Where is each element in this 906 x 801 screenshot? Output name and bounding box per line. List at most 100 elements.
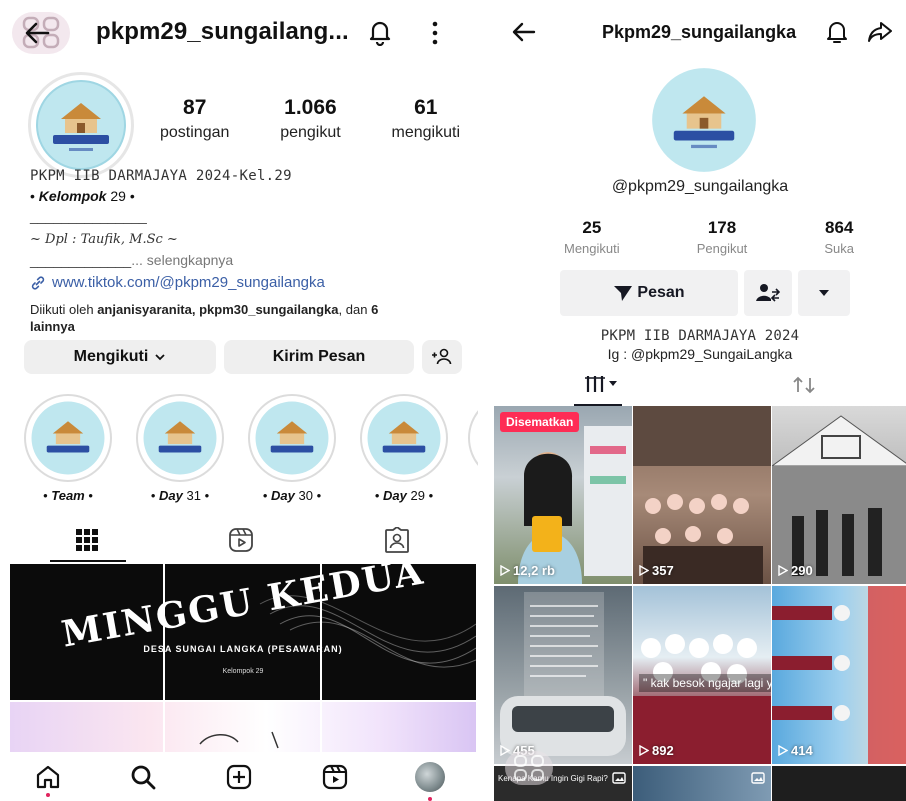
ig-bio: PKPM IIB DARMAJAYA 2024-Kel.29 • Kelompo… [30,166,470,335]
ig-post-row-2[interactable] [10,702,476,752]
highlight-item[interactable]: • Day 31 • [134,394,226,503]
tt-stat-following[interactable]: 25 Mengikuti [564,218,620,256]
view-count-text: 12,2 rb [513,563,555,578]
tt-friend-button[interactable] [744,270,792,316]
highlight-label-pre: • [262,488,272,503]
ig-username: pkpm29_sungailang... [96,18,349,45]
view-count-text: 414 [791,743,813,758]
video-thumbnail[interactable]: 290 [772,406,906,584]
tt-stats: 25 Mengikuti 178 Pengikut 864 Suka [564,218,854,256]
tt-stat-followers[interactable]: 178 Pengikut [697,218,748,256]
stat-number: 178 [707,218,737,237]
tt-stat-likes[interactable]: 864 Suka [824,218,854,256]
profile-avatar[interactable] [28,72,134,178]
grid-icon [76,529,98,551]
view-count-text: 357 [652,563,674,578]
stat-label: Suka [824,241,854,256]
highlight-label: • Day 29 • [358,488,450,503]
nav-create[interactable] [219,757,259,797]
followed-by[interactable]: Diikuti oleh anjanisyaranita, pkpm30_sun… [30,301,470,335]
notification-dot [45,792,50,797]
search-icon [131,765,156,789]
ig-stat-posts[interactable]: 87 postingan [160,96,229,142]
tab-posts-grid[interactable] [12,518,162,562]
create-post-icon [226,764,252,789]
bio-divider-2: _____________ [30,252,132,268]
highlight-item[interactable]: • Day 30 • [246,394,338,503]
tt-profile-avatar[interactable] [650,66,758,174]
back-button[interactable] [10,10,72,56]
highlight-ring [360,394,448,482]
tt-more-button[interactable] [798,270,850,316]
nav-reels[interactable] [315,757,355,797]
followed-prefix: Diikuti oleh [30,302,98,317]
video-thumbnail[interactable]: 455 [494,586,632,764]
home-icon [36,765,59,788]
tab-reels[interactable] [166,518,316,562]
view-count: 290 [778,563,813,578]
ig-header: pkpm29_sungailang... [0,8,478,58]
friends-swap-icon [756,284,780,302]
stat-label: Mengikuti [564,241,620,256]
tagged-person-icon [385,527,409,553]
ig-stat-followers[interactable]: 1.066 pengikut [280,96,341,142]
chevron-down-icon [155,354,165,361]
play-icon [639,745,649,756]
tab-videos[interactable] [584,374,617,394]
see-more-link[interactable]: ... selengkapnya [131,252,233,268]
video-thumbnail[interactable]: Disematkan 12,2 rb [494,406,632,584]
bio-group: • Kelompok 29 • [30,186,470,206]
banner-group: Kelompok 29 [222,668,264,675]
video-thumbnail[interactable] [772,766,906,801]
share-icon[interactable] [866,18,894,46]
bio-dpl: ~ Dpl : Taufik, M.Sc ~ [30,232,178,247]
highlight-item-partial[interactable] [468,394,478,482]
bio-link[interactable]: www.tiktok.com/@pkpm29_sungailangka [30,273,470,293]
bio-group-suffix: 29 • [106,188,135,204]
video-thumbnail[interactable] [633,766,771,801]
view-count: 357 [639,563,674,578]
video-thumbnail[interactable]: 414 [772,586,906,764]
highlight-label: • Team • [22,488,114,503]
stat-number: 61 [414,96,438,119]
nav-profile[interactable] [410,757,450,801]
ig-post-banner[interactable]: MINGGU KEDUA DESA SUNGAI LANGKA (PESAWAR… [10,564,476,700]
add-person-icon [432,348,452,365]
tt-header: Pkpm29_sungailangka [494,10,906,54]
repost-icon[interactable] [792,374,816,396]
nav-search[interactable] [123,757,163,797]
tiktok-profile-screen: Pkpm29_sungailangka @pkpm29_sungailangka… [494,0,906,801]
photo-icon [612,772,626,784]
video-thumbnail[interactable]: " kak besok ngajar lagi y 892 [633,586,771,764]
ig-bottom-nav [0,752,478,801]
view-count-text: 290 [791,563,813,578]
highlight-label-pre: • [374,488,384,503]
bio-group-prefix: • [30,188,39,204]
view-count: 892 [639,743,674,758]
thumbnail-graphic [772,586,906,764]
bell-icon[interactable] [366,18,394,46]
more-options-icon[interactable] [430,20,440,46]
video-thumbnail[interactable]: 357 [633,406,771,584]
kkn-logo-image [31,401,105,475]
tt-message-button[interactable]: Pesan [560,270,738,316]
following-button[interactable]: Mengikuti [24,340,216,374]
back-arrow-icon [25,22,50,44]
tab-tagged[interactable] [322,518,472,562]
video-caption: " kak besok ngajar lagi y [639,674,771,692]
back-arrow-icon[interactable] [510,20,538,44]
highlight-item[interactable]: • Day 29 • [358,394,450,503]
stat-number: 87 [183,96,207,119]
tt-action-buttons: Pesan [560,270,850,316]
caret-down-icon [609,381,617,386]
nav-home[interactable] [28,757,68,797]
suggest-users-button[interactable] [422,340,462,374]
ig-stats: 87 postingan 1.066 pengikut 61 mengikuti [160,96,460,142]
send-message-button[interactable]: Kirim Pesan [224,340,414,374]
bell-icon[interactable] [824,18,850,46]
play-icon [778,565,788,576]
highlight-item[interactable]: • Team • [22,394,114,503]
ig-stat-following[interactable]: 61 mengikuti [392,96,460,142]
tt-handle: @pkpm29_sungailangka [611,178,789,195]
highlight-label-post: 30 • [294,488,322,503]
